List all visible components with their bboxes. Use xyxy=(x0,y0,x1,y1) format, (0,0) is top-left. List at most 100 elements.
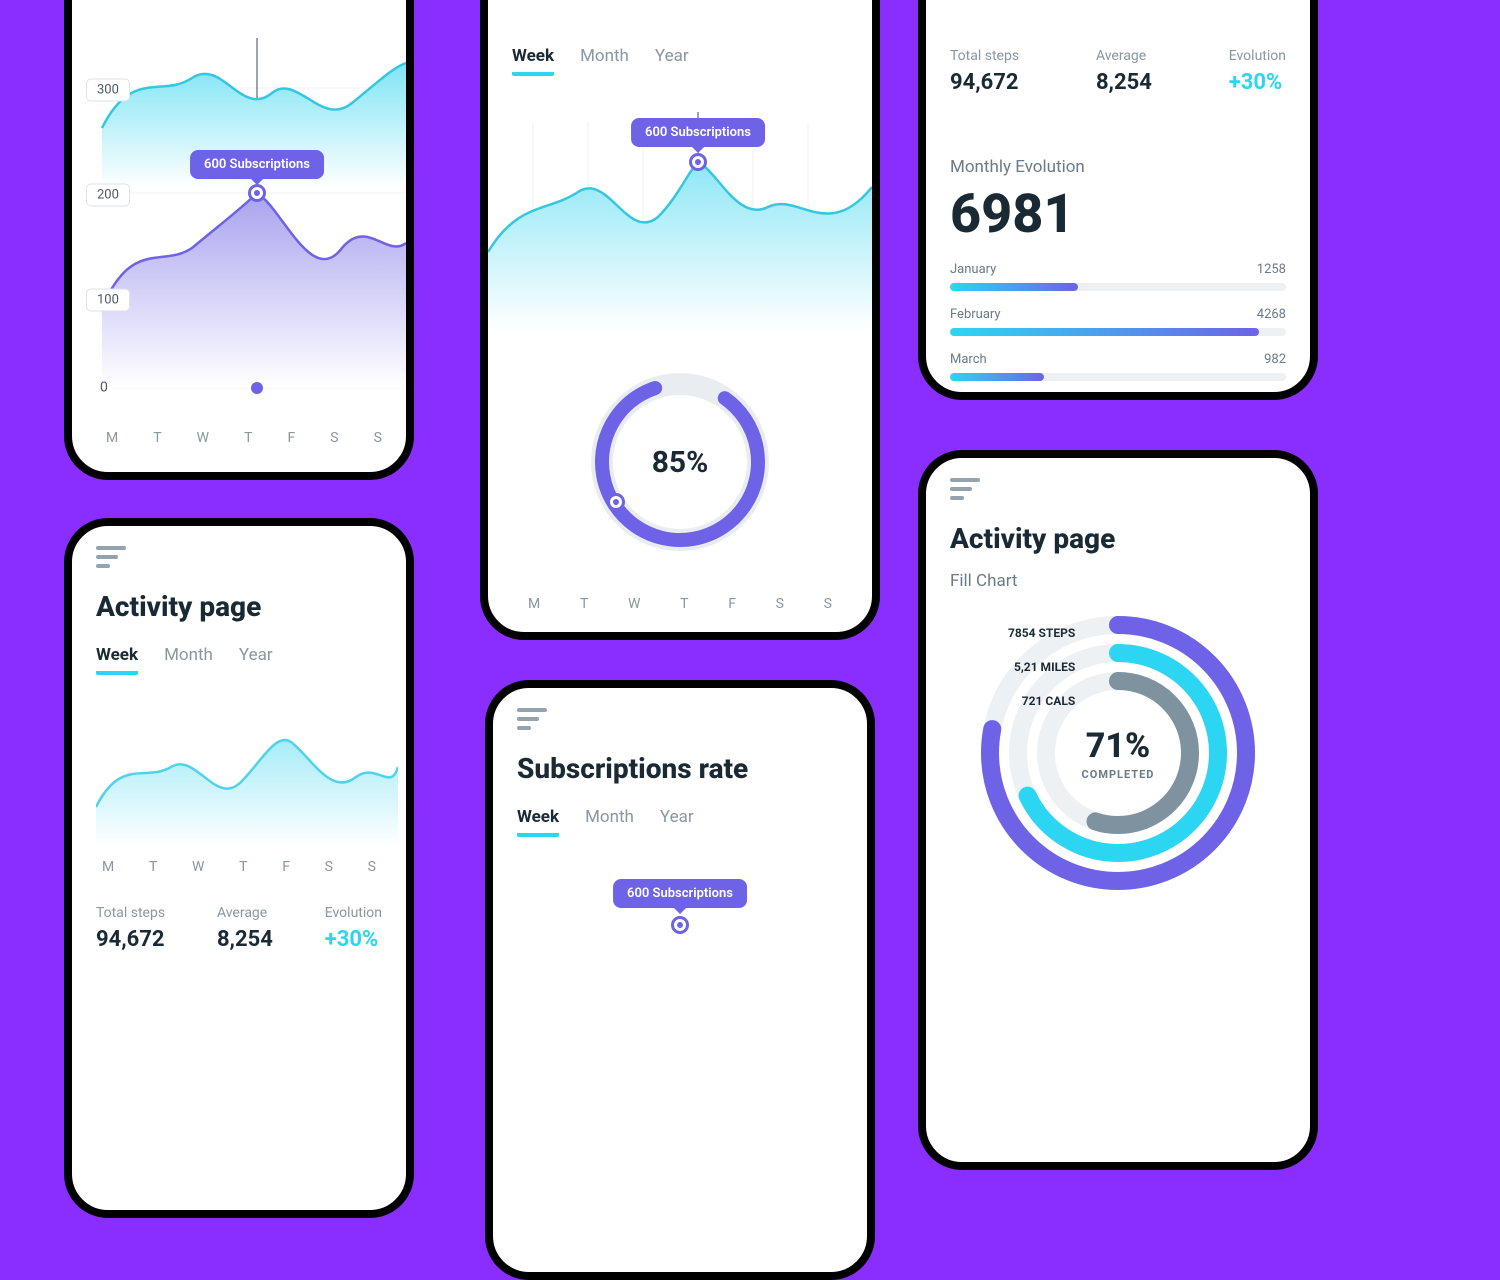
day-f: F xyxy=(288,430,296,446)
day-s: S xyxy=(330,430,338,446)
stat-evolution: Evolution +30% xyxy=(1229,48,1286,95)
tab-year[interactable]: Year xyxy=(660,807,694,837)
ytick-200: 200 xyxy=(86,184,130,207)
monthly-value: 6981 xyxy=(950,183,1286,246)
stat-total: Total steps 94,672 xyxy=(950,48,1019,95)
stat-evolution: Evolution +30% xyxy=(325,905,382,952)
day-m: M xyxy=(106,430,118,446)
tab-month[interactable]: Month xyxy=(164,645,213,675)
center-sub: COMPLETED xyxy=(1082,768,1155,781)
stat-label: Total steps xyxy=(950,48,1019,64)
card-subscriptions-rate: Subscriptions rate Week Month Year 600 S… xyxy=(485,680,875,1280)
bar-value: 982 xyxy=(1264,352,1286,367)
day-f: F xyxy=(728,596,736,612)
day-t2: T xyxy=(680,596,688,612)
bar-label: March xyxy=(950,352,987,367)
day-w: W xyxy=(197,430,209,446)
chart-tooltip: 600 Subscriptions xyxy=(613,879,747,908)
center-percent: 71% xyxy=(1086,726,1150,766)
x-axis: M T W T F S S xyxy=(96,859,382,875)
chart-highlight-dot xyxy=(248,184,266,202)
day-t2: T xyxy=(244,430,252,446)
stat-label: Average xyxy=(217,905,273,921)
day-m: M xyxy=(528,596,540,612)
chart-preview: 600 Subscriptions xyxy=(517,879,843,959)
stat-label: Evolution xyxy=(1229,48,1286,64)
radial-progress: 7854 STEPS 5,21 MILES 721 CALS 71% COMPL… xyxy=(968,603,1268,903)
donut-percent: 85% xyxy=(580,362,780,562)
day-s2: S xyxy=(368,859,376,875)
card-activity-page: Activity page Week Month Year M T W T F xyxy=(64,518,414,1218)
tab-year[interactable]: Year xyxy=(239,645,273,675)
stat-value: 94,672 xyxy=(950,70,1019,95)
bar-january: January 1258 xyxy=(950,262,1286,291)
axis-marker-dot xyxy=(251,382,263,394)
bar-value: 1258 xyxy=(1257,262,1286,277)
stat-total: Total steps 94,672 xyxy=(96,905,165,952)
ytick-100: 100 xyxy=(86,289,130,312)
stat-value: +30% xyxy=(325,927,382,952)
menu-icon[interactable] xyxy=(950,478,980,500)
tab-week[interactable]: Week xyxy=(517,807,559,837)
day-s2: S xyxy=(374,430,382,446)
stat-average: Average 8,254 xyxy=(1096,48,1152,95)
stat-value: 8,254 xyxy=(217,927,273,952)
stat-label: Total steps xyxy=(96,905,165,921)
bar-label: February xyxy=(950,307,1001,322)
x-axis: M T W T F S S xyxy=(488,596,872,612)
bar-march: March 982 xyxy=(950,352,1286,381)
chart-highlight-dot xyxy=(671,916,689,934)
tab-month[interactable]: Month xyxy=(580,46,629,76)
card-monthly-evolution: Total steps 94,672 Average 8,254 Evoluti… xyxy=(918,0,1318,400)
dual-area-chart: 300 200 100 0 600 Subscriptions xyxy=(72,8,406,428)
day-t2: T xyxy=(239,859,247,875)
area-chart xyxy=(96,697,382,847)
area-chart: 600 Subscriptions xyxy=(488,102,872,332)
day-w: W xyxy=(192,859,204,875)
section-title: Monthly Evolution xyxy=(950,157,1286,177)
stats-row: Total steps 94,672 Average 8,254 Evoluti… xyxy=(96,905,382,952)
range-tabs: Week Month Year xyxy=(512,46,848,76)
section-title: Fill Chart xyxy=(950,571,1286,591)
bar-value: 4268 xyxy=(1257,307,1286,322)
card-subscriptions-chart: 300 200 100 0 600 Subscriptions M T W T … xyxy=(64,0,414,480)
ytick-300: 300 xyxy=(86,79,130,102)
card-fill-chart: Activity page Fill Chart 7854 STEPS 5,21… xyxy=(918,450,1318,1170)
tab-week[interactable]: Week xyxy=(512,46,554,76)
chart-tooltip: 600 Subscriptions xyxy=(190,150,324,179)
stat-label: Evolution xyxy=(325,905,382,921)
day-f: F xyxy=(282,859,290,875)
bar-february: February 4268 xyxy=(950,307,1286,336)
stat-value: +30% xyxy=(1229,70,1286,95)
tab-week[interactable]: Week xyxy=(96,645,138,675)
menu-icon[interactable] xyxy=(517,708,547,730)
day-s: S xyxy=(325,859,333,875)
stat-value: 94,672 xyxy=(96,927,165,952)
day-s2: S xyxy=(824,596,832,612)
ytick-0: 0 xyxy=(100,380,108,396)
day-t: T xyxy=(580,596,588,612)
day-w: W xyxy=(628,596,640,612)
chart-highlight-dot xyxy=(689,153,707,171)
day-t: T xyxy=(149,859,157,875)
chart-tooltip: 600 Subscriptions xyxy=(631,118,765,147)
tab-year[interactable]: Year xyxy=(655,46,689,76)
page-title: Subscriptions rate xyxy=(517,752,843,785)
stat-average: Average 8,254 xyxy=(217,905,273,952)
bar-label: January xyxy=(950,262,996,277)
tab-month[interactable]: Month xyxy=(585,807,634,837)
day-m: M xyxy=(102,859,114,875)
ring-center: 71% COMPLETED xyxy=(968,603,1268,903)
range-tabs: Week Month Year xyxy=(517,807,843,837)
stat-value: 8,254 xyxy=(1096,70,1152,95)
progress-donut: 85% xyxy=(580,362,780,562)
page-title: Activity page xyxy=(96,590,382,623)
stat-label: Average xyxy=(1096,48,1152,64)
chart-svg xyxy=(72,8,406,428)
day-t: T xyxy=(153,430,161,446)
day-s: S xyxy=(776,596,784,612)
stats-row: Total steps 94,672 Average 8,254 Evoluti… xyxy=(950,48,1286,95)
menu-icon[interactable] xyxy=(96,546,126,568)
range-tabs: Week Month Year xyxy=(96,645,382,675)
x-axis: M T W T F S S xyxy=(100,430,388,446)
